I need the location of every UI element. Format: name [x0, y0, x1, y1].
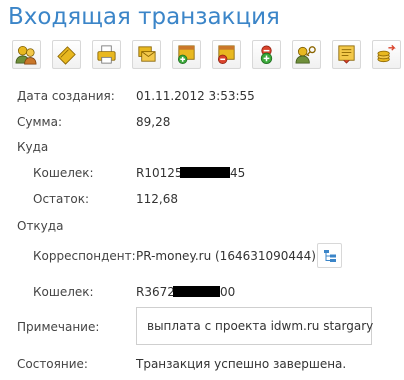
printer-icon	[97, 45, 116, 64]
correspondent-details-button[interactable]	[317, 243, 342, 268]
add-circle-icon	[260, 45, 273, 64]
message-button[interactable]	[132, 40, 161, 69]
created-value: 01.11.2012 3:53:55	[136, 89, 255, 103]
to-wallet-suffix: 45	[230, 166, 246, 180]
status-label: Состояние:	[17, 357, 88, 371]
user-key-icon	[295, 46, 316, 64]
tree-icon	[324, 250, 336, 262]
to-wallet-redaction	[180, 167, 230, 178]
users-icon	[15, 45, 37, 65]
to-section-heading: Куда	[17, 140, 49, 154]
from-wallet-label: Кошелек:	[33, 285, 94, 299]
from-wallet-prefix: R3672	[136, 285, 175, 299]
from-wallet-suffix: 00	[220, 285, 236, 299]
to-wallet-prefix: R10125	[136, 166, 183, 180]
from-section-heading: Откуда	[17, 219, 64, 233]
created-label: Дата создания:	[17, 89, 115, 103]
wallet-remove-button[interactable]	[212, 40, 241, 69]
user-key-button[interactable]	[292, 40, 321, 69]
correspondent-value: PR-money.ru (164631090444)	[136, 249, 316, 263]
correspondent-label: Корреспондент:	[33, 249, 136, 263]
note-value: выплата с проекта idwm.ru stargary	[147, 319, 374, 333]
balance-value: 112,68	[136, 192, 178, 206]
wallet-remove-icon	[217, 45, 235, 64]
add-button[interactable]	[252, 40, 281, 69]
status-value: Транзакция успешно завершена.	[136, 357, 347, 371]
wallet-button[interactable]	[52, 40, 81, 69]
envelope-icon	[138, 46, 156, 62]
to-wallet-label: Кошелек:	[33, 166, 94, 180]
note-label: Примечание:	[17, 320, 100, 334]
from-wallet-redaction	[173, 286, 220, 297]
money-transfer-button[interactable]	[372, 40, 401, 69]
balance-label: Остаток:	[33, 192, 90, 206]
note-field[interactable]: выплата с проекта idwm.ru stargary	[136, 307, 374, 345]
amount-label: Сумма:	[17, 115, 62, 129]
money-transfer-icon	[377, 44, 396, 63]
page-title: Входящая транзакция	[8, 4, 280, 30]
certificate-button[interactable]	[332, 40, 361, 69]
certificate-icon	[338, 45, 355, 64]
print-button[interactable]	[92, 40, 121, 69]
wallet-add-icon	[177, 45, 195, 64]
amount-value: 89,28	[136, 115, 171, 129]
transaction-page: Входящая транзакция Дата создания: 01.11…	[0, 0, 404, 380]
users-button[interactable]	[12, 40, 41, 69]
wallet-icon	[57, 46, 76, 65]
wallet-add-button[interactable]	[172, 40, 201, 69]
